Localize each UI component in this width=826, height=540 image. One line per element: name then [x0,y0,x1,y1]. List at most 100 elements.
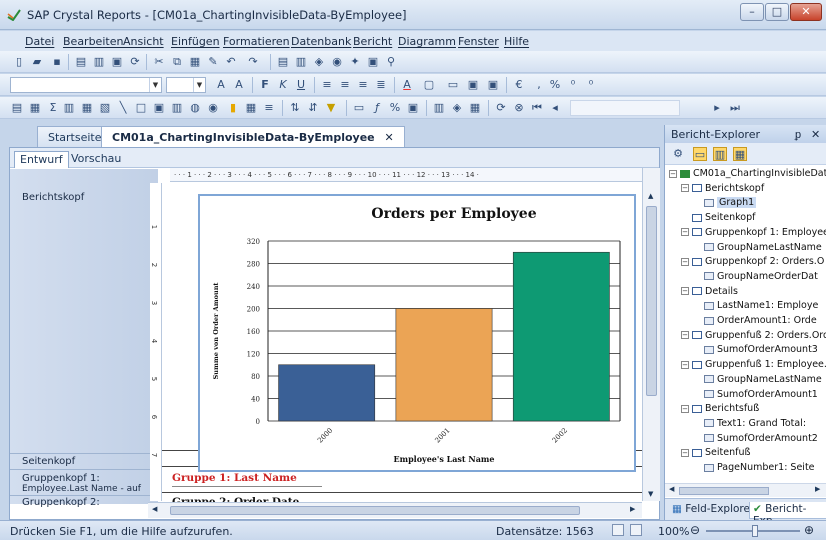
record-sort-icon[interactable]: ≡ [262,101,276,115]
highlight-icon[interactable]: ▮ [226,101,240,115]
menu-hilfe[interactable]: Hilfe [504,35,529,48]
export-icon[interactable]: ▣ [110,55,124,69]
insert-text-object-icon[interactable]: ▤ [10,101,24,115]
pin-icon[interactable]: ᵱ [795,128,801,141]
page-view-icon[interactable] [612,524,624,536]
tree-item[interactable]: OrderAmount1: Orde [693,315,817,326]
decimal-decrease-icon[interactable]: ⁰ [584,78,598,92]
tab-report[interactable]: CM01a_ChartingInvisibleData-ByEmployee ✕ [101,126,405,147]
tree-item[interactable]: Text1: Grand Total: [693,418,806,429]
vertical-ruler[interactable]: 1 2 3 4 5 6 7 [150,183,162,501]
show-fields-icon[interactable]: ▦ [733,147,747,161]
tree-item[interactable]: − Gruppenfuß 2: Orders.Ord [681,330,826,341]
show-sections-icon[interactable]: ▭ [693,147,707,161]
field-explorer-icon[interactable]: ▥ [432,101,446,115]
insert-box-icon[interactable]: □ [134,101,148,115]
zoom-slider-thumb[interactable] [752,525,758,537]
tree-item[interactable]: − Gruppenkopf 2: Orders.O [681,256,824,267]
report-explorer-icon[interactable]: ◈ [450,101,464,115]
scroll-left-icon[interactable]: ◀ [152,505,157,513]
section-expert-icon[interactable]: ◉ [330,55,344,69]
tree-collapse-icon[interactable]: − [681,404,689,413]
tab-feld-explorer[interactable]: ▦ Feld-Explorer [669,502,757,519]
formula-icon[interactable]: ƒ [370,101,384,115]
menu-bericht[interactable]: Bericht [353,35,392,48]
border-icon[interactable]: ▢ [422,78,436,92]
tree-item[interactable]: − Details [681,286,738,297]
tree-item[interactable]: GroupNameOrderDat [693,271,818,282]
section-gruppenkopf-1[interactable]: Gruppenkopf 1: [22,473,100,484]
last-page-icon[interactable]: ⏭ [728,101,742,115]
zoom-out-icon[interactable]: ⊖ [690,523,700,537]
copy-icon[interactable]: ⧉ [170,55,184,69]
insert-picture-icon[interactable]: ▧ [98,101,112,115]
insert-table-icon[interactable]: ▥ [62,101,76,115]
underline-icon[interactable]: U [294,78,308,92]
menu-einfuegen[interactable]: Einfügen [171,35,220,48]
tab-vorschau[interactable]: Vorschau [66,151,126,168]
tree-collapse-icon[interactable]: − [669,169,677,178]
tree-item[interactable]: − CM01a_ChartingInvisibleData [669,168,826,179]
tree-item[interactable]: GroupNameLastName [693,374,822,385]
insert-line-icon[interactable]: ╲ [116,101,130,115]
previous-page-icon[interactable]: ◂ [548,101,562,115]
sort-ascending-icon[interactable]: ⇅ [288,101,302,115]
tree-item[interactable]: SumofOrderAmount3 [693,344,818,355]
tree-collapse-icon[interactable]: − [681,360,689,369]
decimal-increase-icon[interactable]: ⁰ [566,78,580,92]
font-name-combo[interactable]: ▼ [10,77,162,93]
select-expert-icon[interactable]: ◈ [312,55,326,69]
align-left-icon[interactable]: ≡ [320,78,334,92]
horizontal-scrollbar[interactable]: ◀ ▶ [148,502,642,518]
chart-object[interactable]: Orders per Employee 0 40 80 120 160 200 240 280 3… [198,194,636,472]
menu-datenbank[interactable]: Datenbank [291,35,351,48]
tree-item[interactable]: GroupNameLastName [693,242,822,253]
tree-collapse-icon[interactable]: − [681,448,689,457]
insert-map-icon[interactable]: ◍ [188,101,202,115]
italic-icon[interactable]: K [276,78,290,92]
grow-font-icon[interactable]: A [214,78,228,92]
font-color-icon[interactable]: A [400,78,414,92]
parameter-icon[interactable]: % [388,101,402,115]
lock-size-icon[interactable]: ▣ [486,78,500,92]
vertical-scrollbar[interactable]: ▲ ▼ [642,168,660,501]
bold-icon[interactable]: F [258,78,272,92]
close-button[interactable]: ✕ [790,3,822,21]
explorer-hscrollbar[interactable]: ◀ ▶ [665,483,826,497]
sort-expert-icon[interactable]: ▥ [294,55,308,69]
scroll-up-icon[interactable]: ▲ [648,192,653,200]
section-seitenkopf[interactable]: Seitenkopf [22,456,75,467]
next-page-icon[interactable]: ▸ [710,101,724,115]
explorer-close-icon[interactable]: ✕ [811,128,820,141]
undo-icon[interactable]: ↶ [224,55,238,69]
cut-icon[interactable]: ✂ [152,55,166,69]
tree-item[interactable]: − Berichtskopf [681,183,764,194]
font-size-combo[interactable]: ▼ [166,77,206,93]
tab-bericht-explorer[interactable]: ✔ Bericht-Exp... [749,502,826,527]
scroll-right-icon[interactable]: ▶ [630,505,635,513]
menu-formatieren[interactable]: Formatieren [223,35,290,48]
insert-subreport-icon[interactable]: ▦ [244,101,258,115]
fit-view-icon[interactable] [630,524,642,536]
tree-collapse-icon[interactable]: − [681,331,689,340]
print-preview-icon[interactable]: ▥ [92,55,106,69]
explorer-options-icon[interactable]: ⚙ [671,147,685,161]
select-expert-icon[interactable]: ▭ [352,101,366,115]
tree-item[interactable]: SumofOrderAmount1 [693,389,818,400]
insert-chart-icon[interactable]: ▥ [170,101,184,115]
menu-bearbeiten[interactable]: Bearbeiten [63,35,123,48]
group-expert-icon[interactable]: ▤ [276,55,290,69]
tab-entwurf[interactable]: Entwurf [14,151,69,168]
tree-collapse-icon[interactable]: − [681,287,689,296]
suppress-icon[interactable]: ▭ [446,78,460,92]
group-1-name-field[interactable]: Gruppe 1: Last Name [172,472,322,487]
find-icon[interactable]: ⚲ [384,55,398,69]
formula-workshop-icon[interactable]: ✦ [348,55,362,69]
sort-descending-icon[interactable]: ⇵ [306,101,320,115]
lock-format-icon[interactable]: ▣ [466,78,480,92]
redo-icon[interactable]: ↷ [246,55,260,69]
paste-icon[interactable]: ▦ [188,55,202,69]
tree-collapse-icon[interactable]: − [681,228,689,237]
thousands-icon[interactable]: , [532,78,546,92]
justify-icon[interactable]: ≣ [374,78,388,92]
